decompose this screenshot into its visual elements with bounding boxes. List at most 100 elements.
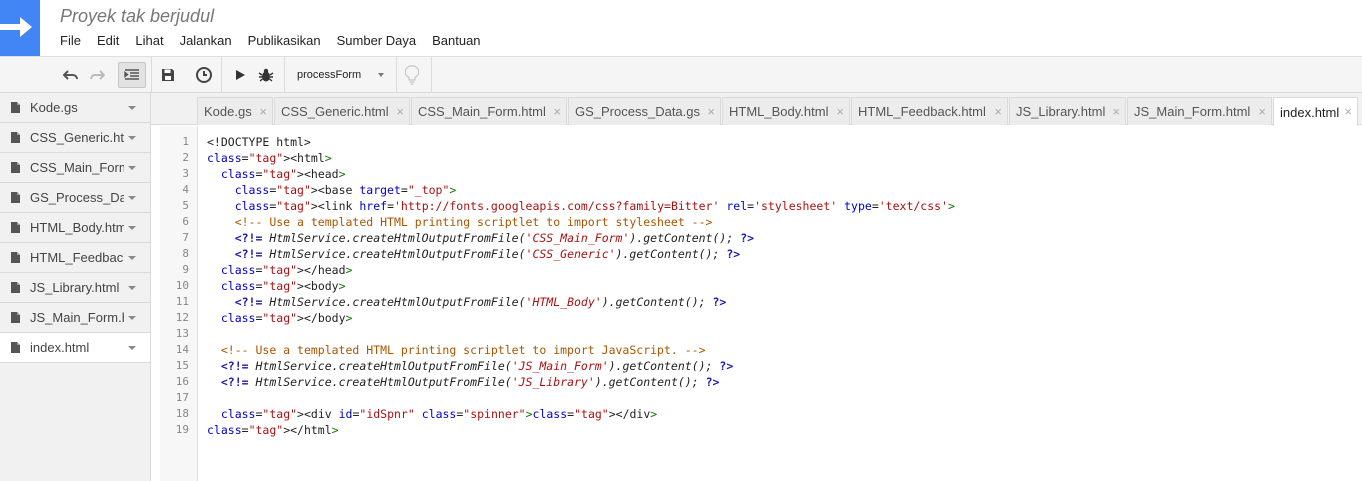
menu-item-bantuan[interactable]: Bantuan <box>432 33 480 48</box>
code-line[interactable]: <!-- Use a templated HTML printing scrip… <box>207 342 706 358</box>
toolbar-divider <box>284 57 285 93</box>
file-icon <box>11 222 20 233</box>
editor-tab[interactable]: JS_Main_Form.html × <box>1127 97 1272 125</box>
file-item[interactable]: CSS_Generic.html <box>0 123 150 153</box>
code-line[interactable]: class="tag"></html> <box>207 422 339 438</box>
file-item[interactable]: index.html <box>0 333 150 363</box>
chevron-down-icon[interactable] <box>128 136 136 140</box>
editor-tab[interactable]: Kode.gs × <box>197 97 273 125</box>
code-line[interactable]: class="tag"><head> <box>207 166 346 182</box>
file-item[interactable]: Kode.gs <box>0 93 150 123</box>
close-icon[interactable]: × <box>994 104 1002 119</box>
chevron-down-icon[interactable] <box>128 106 136 110</box>
close-icon[interactable]: × <box>553 104 561 119</box>
arrow-right-icon <box>0 17 32 37</box>
file-item-label: Kode.gs <box>30 100 78 115</box>
file-list: Kode.gs CSS_Generic.html CSS_Main_Form.htm… <box>0 93 151 481</box>
debug-button[interactable] <box>255 62 277 88</box>
code-line[interactable]: <?!= HtmlService.createHtmlOutputFromFil… <box>207 374 720 390</box>
file-item[interactable]: HTML_Body.html <box>0 213 150 243</box>
function-select[interactable]: processForm <box>290 63 390 87</box>
chevron-down-icon[interactable] <box>128 256 136 260</box>
file-item-label: GS_Process_Data.gs <box>30 190 124 205</box>
code-line[interactable]: <?!= HtmlService.createHtmlOutputFromFil… <box>207 230 754 246</box>
chevron-down-icon[interactable] <box>128 346 136 350</box>
file-icon <box>11 102 20 113</box>
redo-icon <box>90 70 105 80</box>
close-icon[interactable]: × <box>707 104 715 119</box>
file-item-label: HTML_Feedback.html <box>30 250 124 265</box>
chevron-down-icon[interactable] <box>128 196 136 200</box>
project-title[interactable]: Proyek tak berjudul <box>60 6 214 27</box>
menu-item-jalankan[interactable]: Jalankan <box>180 33 232 48</box>
line-number: 11 <box>175 295 189 308</box>
file-item[interactable]: CSS_Main_Form.html <box>0 153 150 183</box>
code-line[interactable]: <?!= HtmlService.createHtmlOutputFromFil… <box>207 246 741 262</box>
close-icon[interactable]: × <box>1344 104 1352 119</box>
code-line[interactable]: class="tag"><body> <box>207 278 346 294</box>
file-item-label: CSS_Generic.html <box>30 130 124 145</box>
file-item[interactable]: HTML_Feedback.html <box>0 243 150 273</box>
editor-tab-label: JS_Main_Form.html <box>1134 104 1251 119</box>
menu-item-lihat[interactable]: Lihat <box>135 33 163 48</box>
line-number: 1 <box>182 135 189 148</box>
execution-hints-button[interactable] <box>401 62 423 88</box>
close-icon[interactable]: × <box>259 104 267 119</box>
line-number: 12 <box>175 311 189 324</box>
editor-tab-label: GS_Process_Data.gs <box>575 104 701 119</box>
file-item-label: HTML_Body.html <box>30 220 124 235</box>
editor-tab[interactable]: CSS_Generic.html × <box>274 97 410 125</box>
code-editor[interactable]: 1 2 3 4 5 6 7 8 9 10 11 12 13 14 15 16 17 18 19 <!DOCTYPE … <box>151 126 1362 481</box>
editor-tab-label: JS_Library.html <box>1016 104 1106 119</box>
menu-item-edit[interactable]: Edit <box>97 33 119 48</box>
redo-button[interactable] <box>86 62 108 88</box>
file-icon <box>11 192 20 203</box>
menu-item-publikasikan[interactable]: Publikasikan <box>248 33 321 48</box>
menu-item-sumber-daya[interactable]: Sumber Daya <box>337 33 416 48</box>
apps-script-logo[interactable] <box>0 0 40 56</box>
run-button[interactable] <box>229 62 251 88</box>
editor-tab[interactable]: index.html × <box>1273 97 1358 126</box>
bug-icon <box>258 68 274 82</box>
code-line[interactable]: class="tag"><div id="idSpnr" class="spin… <box>207 406 657 422</box>
triggers-button[interactable] <box>193 62 215 88</box>
file-item[interactable]: GS_Process_Data.gs <box>0 183 150 213</box>
close-icon[interactable]: × <box>396 104 404 119</box>
save-button[interactable] <box>157 62 179 88</box>
chevron-down-icon[interactable] <box>128 226 136 230</box>
line-number: 2 <box>182 151 189 164</box>
editor-tab[interactable]: HTML_Feedback.html × <box>851 97 1008 125</box>
line-number-gutter: 1 2 3 4 5 6 7 8 9 10 11 12 13 14 15 16 17 18 19 <box>160 126 198 481</box>
code-line[interactable]: <?!= HtmlService.createHtmlOutputFromFil… <box>207 358 733 374</box>
editor-tab[interactable]: CSS_Main_Form.html × <box>411 97 567 125</box>
editor-tab[interactable]: GS_Process_Data.gs × <box>568 97 721 125</box>
code-line[interactable]: <!-- Use a templated HTML printing scrip… <box>207 214 713 230</box>
chevron-down-icon[interactable] <box>128 166 136 170</box>
menu-item-file[interactable]: File <box>60 33 81 48</box>
indent-button[interactable] <box>118 62 146 88</box>
code-line[interactable]: <!DOCTYPE html> <box>207 134 311 150</box>
code-line[interactable]: class="tag"><html> <box>207 150 332 166</box>
code-line[interactable]: class="tag"></body> <box>207 310 353 326</box>
close-icon[interactable]: × <box>836 104 844 119</box>
undo-button[interactable] <box>60 62 82 88</box>
code-line[interactable]: class="tag"><base target="_top"> <box>207 182 457 198</box>
file-item[interactable]: JS_Library.html <box>0 273 150 303</box>
file-item-label: index.html <box>30 340 90 355</box>
close-icon[interactable]: × <box>1112 104 1120 119</box>
editor-tab[interactable]: HTML_Body.html × <box>722 97 850 125</box>
line-number: 10 <box>175 279 189 292</box>
code-line[interactable]: class="tag"><link href='http://fonts.goo… <box>207 198 955 214</box>
line-number: 18 <box>175 407 189 420</box>
code-line[interactable]: class="tag"></head> <box>207 262 353 278</box>
chevron-down-icon[interactable] <box>128 286 136 290</box>
chevron-down-icon[interactable] <box>128 316 136 320</box>
close-icon[interactable]: × <box>1258 104 1266 119</box>
file-item-label: JS_Library.html <box>30 280 120 295</box>
editor-tab[interactable]: JS_Library.html × <box>1009 97 1126 125</box>
editor-tab-label: CSS_Main_Form.html <box>418 104 546 119</box>
file-item[interactable]: JS_Main_Form.html <box>0 303 150 333</box>
toolbar-divider <box>396 57 397 93</box>
menu-bar: File Edit Lihat Jalankan Publikasikan Sumber … <box>60 33 481 48</box>
code-line[interactable]: <?!= HtmlService.createHtmlOutputFromFil… <box>207 294 727 310</box>
